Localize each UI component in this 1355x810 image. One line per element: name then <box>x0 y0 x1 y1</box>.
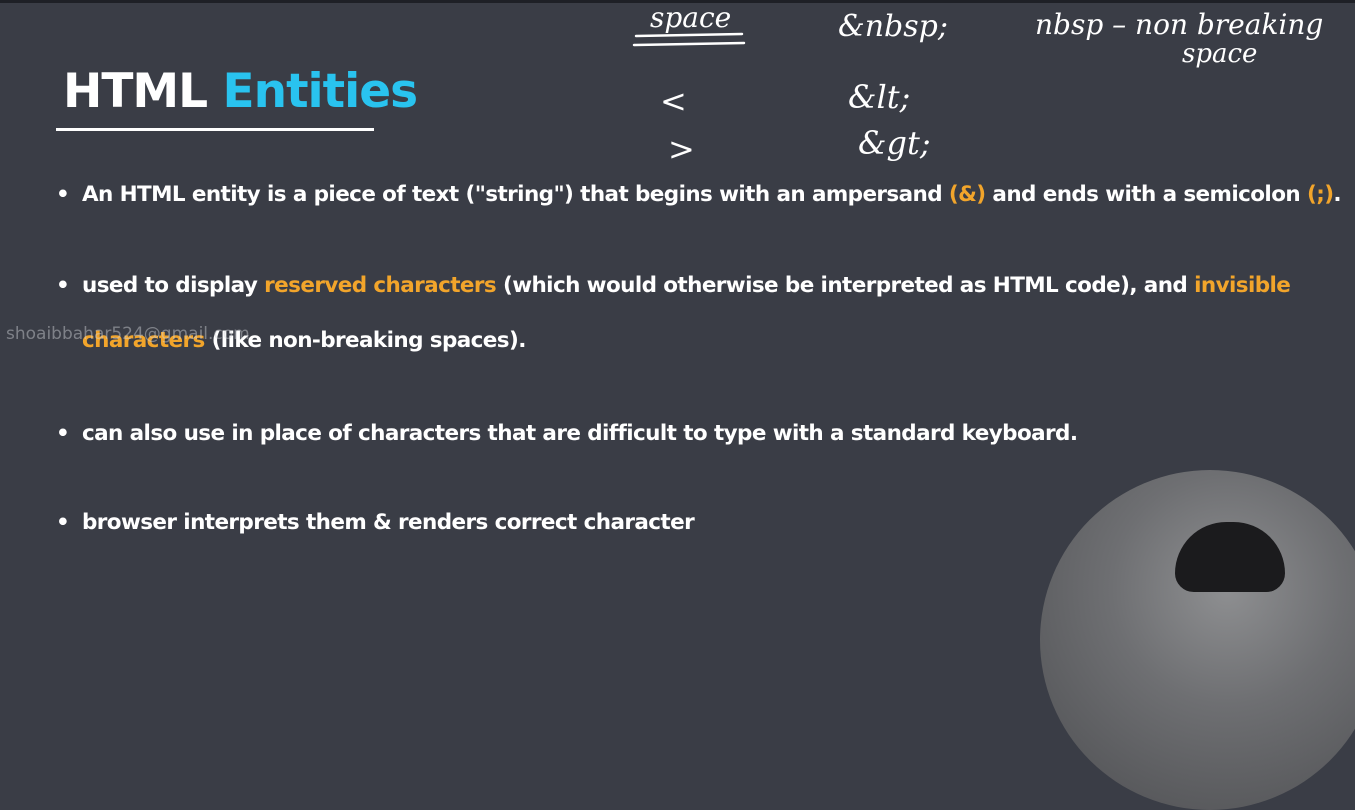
bullet-3: • can also use in place of characters tha… <box>56 421 1078 446</box>
highlight-reserved-characters: reserved characters <box>264 273 497 298</box>
annotation-greater-than: > <box>668 130 695 168</box>
bullet-dot: • <box>56 421 70 446</box>
highlight-semicolon: (;) <box>1306 182 1334 207</box>
annotation-gt-entity: &gt; <box>858 124 931 162</box>
bullet-2: • used to display reserved characters (wh… <box>56 273 1291 298</box>
bullet-dot: • <box>56 510 70 535</box>
annotation-space: space <box>650 1 731 34</box>
presenter-head <box>1175 522 1285 592</box>
annotation-underline-1 <box>634 32 744 38</box>
webcam-overlay <box>1040 470 1355 810</box>
highlight-invisible: invisible <box>1194 273 1291 298</box>
annotation-lt-entity: &lt; <box>848 78 910 116</box>
highlight-ampersand: (&) <box>948 182 986 207</box>
annotation-nbsp-note-line2: space <box>1182 39 1257 69</box>
bullet-dot: • <box>56 273 70 298</box>
watermark: shoaibbahar524@gmail.com <box>6 324 250 344</box>
annotation-nbsp-entity: &nbsp; <box>838 9 948 44</box>
bullet-dot: • <box>56 182 70 207</box>
bullet-1: • An HTML entity is a piece of text ("str… <box>56 182 1342 207</box>
annotation-nbsp-note: nbsp – non breaking <box>1035 8 1323 41</box>
annotation-less-than: < <box>660 82 687 120</box>
annotation-underline-2 <box>632 41 746 47</box>
bullet-4: • browser interprets them & renders corre… <box>56 510 695 535</box>
